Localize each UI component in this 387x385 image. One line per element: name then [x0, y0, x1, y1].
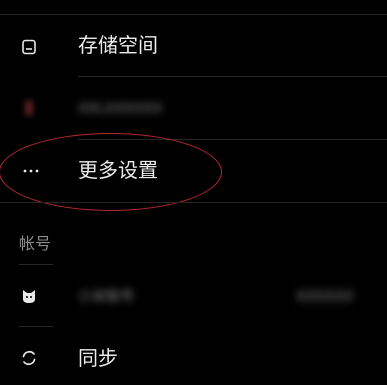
divider: [0, 202, 387, 203]
account-label: 小米账号: [78, 289, 134, 305]
mi-cat-icon: [20, 287, 38, 305]
app-icon: [20, 99, 38, 117]
storage-icon: [20, 38, 38, 56]
settings-item-storage[interactable]: 存储空间: [0, 15, 387, 76]
obscured-label: XXLXXXXXX: [78, 101, 163, 117]
storage-label: 存储空间: [78, 33, 158, 57]
more-dots-icon: [22, 162, 40, 180]
account-value: XXXXXX: [296, 289, 354, 305]
settings-item-more-settings[interactable]: 更多设置: [0, 140, 387, 202]
sync-label: 同步: [78, 346, 118, 370]
settings-item-account[interactable]: 小米账号 XXXXXX: [0, 265, 387, 326]
settings-item-obscured[interactable]: XXLXXXXXX: [0, 77, 387, 139]
sync-icon: [20, 349, 38, 367]
settings-item-sync[interactable]: 同步: [0, 327, 387, 385]
more-settings-label: 更多设置: [78, 158, 158, 182]
section-header-account: 帐号: [19, 234, 52, 253]
